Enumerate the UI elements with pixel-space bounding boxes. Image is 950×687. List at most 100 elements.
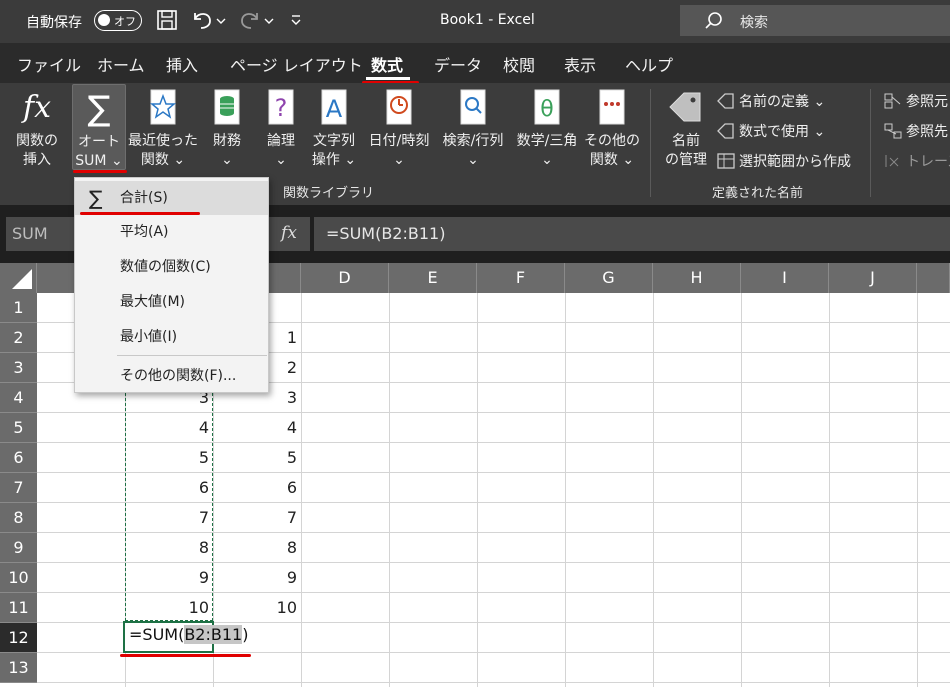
ribbon-tabs: ファイル ホーム 挿入 ページ レイアウト 数式 データ 校閲 表示 ヘルプ	[0, 43, 950, 83]
tab-home[interactable]: ホーム	[97, 52, 145, 76]
active-tab-indicator	[366, 77, 410, 80]
redo-dropdown-icon[interactable]	[264, 9, 276, 33]
column-header-f[interactable]: F	[477, 263, 565, 293]
name-manager-label-2: の管理	[665, 152, 707, 168]
cell-c9[interactable]: 8	[213, 533, 301, 563]
logical-button[interactable]: ? 論理 ⌄	[258, 87, 304, 170]
menu-item-max[interactable]: 最大値(M)	[75, 285, 268, 319]
tab-formulas[interactable]: 数式	[371, 52, 403, 76]
row-header[interactable]: 5	[0, 413, 37, 443]
cell-c10[interactable]: 9	[213, 563, 301, 593]
row-header[interactable]: 1	[0, 293, 37, 323]
gridline	[37, 682, 950, 683]
tab-page-layout[interactable]: ページ レイアウト	[230, 52, 363, 76]
math-trig-button[interactable]: θ 数学/三角 ⌄	[512, 87, 582, 170]
tab-insert[interactable]: 挿入	[166, 52, 198, 76]
text-functions-label-1: 文字列	[313, 133, 355, 149]
cell-edit-suffix: )	[242, 625, 249, 644]
coins-book-icon	[204, 87, 250, 129]
save-icon[interactable]	[156, 9, 180, 33]
financial-label-1: 財務	[213, 133, 241, 149]
autosum-button[interactable]: ∑ オート SUM ⌄	[72, 84, 126, 170]
customize-quick-access-icon[interactable]	[290, 9, 304, 33]
lookup-label-1: 検索/行列	[442, 133, 504, 149]
menu-item-min[interactable]: 最小値(I)	[75, 320, 268, 354]
row-header[interactable]: 13	[0, 653, 37, 683]
use-in-formula-button[interactable]: 数式で使用 ⌄	[717, 121, 825, 141]
trace-dependents-label: 参照先	[906, 124, 948, 140]
autosave-toggle[interactable]: オフ	[94, 10, 142, 31]
menu-item-max-label: 最大値(M)	[120, 294, 186, 310]
menu-item-count[interactable]: 数値の個数(C)	[75, 250, 268, 284]
text-functions-button[interactable]: A 文字列 操作 ⌄	[308, 87, 360, 170]
column-header-d[interactable]: D	[301, 263, 389, 293]
star-book-icon	[128, 87, 198, 129]
cell-edit-text[interactable]: =SUM(B2:B11)	[129, 625, 248, 644]
annotation-underline-cell	[120, 654, 251, 657]
row-header-active[interactable]: 12	[0, 623, 37, 653]
financial-button[interactable]: 財務 ⌄	[204, 87, 250, 170]
insert-function-fx-icon[interactable]: fx	[268, 217, 310, 251]
question-book-icon: ?	[258, 87, 304, 129]
cell-edit-range-ref: B2:B11	[184, 625, 243, 644]
select-all-button[interactable]	[0, 263, 37, 293]
more-functions-button[interactable]: その他の 関数 ⌄	[584, 87, 640, 170]
row-header[interactable]: 7	[0, 473, 37, 503]
column-header-e[interactable]: E	[389, 263, 477, 293]
trace-dependents-button[interactable]: 参照先	[884, 121, 948, 141]
menu-item-more-functions[interactable]: その他の関数(F)...	[75, 359, 268, 393]
annotation-underline-autosum	[73, 170, 127, 173]
redo-icon[interactable]	[238, 9, 262, 33]
financial-label-2: ⌄	[221, 152, 233, 168]
column-header-i[interactable]: I	[741, 263, 829, 293]
group-separator	[650, 89, 651, 197]
row-header[interactable]: 3	[0, 353, 37, 383]
menu-item-more-functions-label: その他の関数(F)...	[120, 368, 237, 384]
row-header[interactable]: 4	[0, 383, 37, 413]
cell-c7[interactable]: 6	[213, 473, 301, 503]
tab-view[interactable]: 表示	[564, 52, 596, 76]
tab-data[interactable]: データ	[434, 52, 482, 76]
group-separator	[870, 89, 871, 197]
autosum-dropdown-menu: ∑ 合計(S) 平均(A) 数値の個数(C) 最大値(M) 最小値(I) その他…	[74, 177, 269, 393]
column-header-j[interactable]: J	[829, 263, 917, 293]
search-box[interactable]: 検索	[680, 5, 950, 36]
logical-label-2: ⌄	[275, 152, 287, 168]
row-header[interactable]: 10	[0, 563, 37, 593]
cell-c11[interactable]: 10	[213, 593, 301, 623]
tab-file[interactable]: ファイル	[17, 52, 81, 76]
menu-item-sum[interactable]: ∑ 合計(S)	[75, 181, 268, 215]
datetime-label-2: ⌄	[393, 152, 405, 168]
formula-input[interactable]: =SUM(B2:B11)	[314, 217, 950, 251]
cell-c8[interactable]: 7	[213, 503, 301, 533]
row-header[interactable]: 9	[0, 533, 37, 563]
row-header[interactable]: 2	[0, 323, 37, 353]
recently-used-button[interactable]: 最近使った 関数 ⌄	[128, 87, 198, 170]
column-header-h[interactable]: H	[653, 263, 741, 293]
sigma-icon: ∑	[87, 89, 111, 129]
name-manager-button[interactable]: 名前 の管理	[660, 87, 712, 170]
row-header[interactable]: 11	[0, 593, 37, 623]
tab-review[interactable]: 校閲	[503, 52, 535, 76]
cell-c6[interactable]: 5	[213, 443, 301, 473]
datetime-button[interactable]: 日付/時刻 ⌄	[364, 87, 434, 170]
lookup-button[interactable]: 検索/行列 ⌄	[438, 87, 508, 170]
insert-function-label-1: 関数の	[16, 133, 58, 149]
cell-c5[interactable]: 4	[213, 413, 301, 443]
undo-icon[interactable]	[190, 9, 214, 33]
remove-arrows-button[interactable]: トレース	[884, 151, 950, 171]
row-header[interactable]: 6	[0, 443, 37, 473]
insert-function-button[interactable]: fx 関数の 挿入	[8, 87, 66, 170]
column-header-g[interactable]: G	[565, 263, 653, 293]
column-header-k[interactable]	[917, 263, 950, 293]
tab-help[interactable]: ヘルプ	[625, 52, 673, 76]
row-header[interactable]: 8	[0, 503, 37, 533]
menu-item-average[interactable]: 平均(A)	[75, 215, 268, 249]
define-name-button[interactable]: 名前の定義 ⌄	[717, 91, 825, 111]
trace-precedents-icon	[884, 93, 901, 109]
undo-dropdown-icon[interactable]	[216, 9, 228, 33]
function-library-group-label: 関数ライブラリ	[283, 186, 375, 201]
create-from-selection-button[interactable]: 選択範囲から作成	[717, 151, 851, 171]
define-name-label: 名前の定義 ⌄	[739, 94, 826, 110]
trace-precedents-button[interactable]: 参照元	[884, 91, 948, 111]
